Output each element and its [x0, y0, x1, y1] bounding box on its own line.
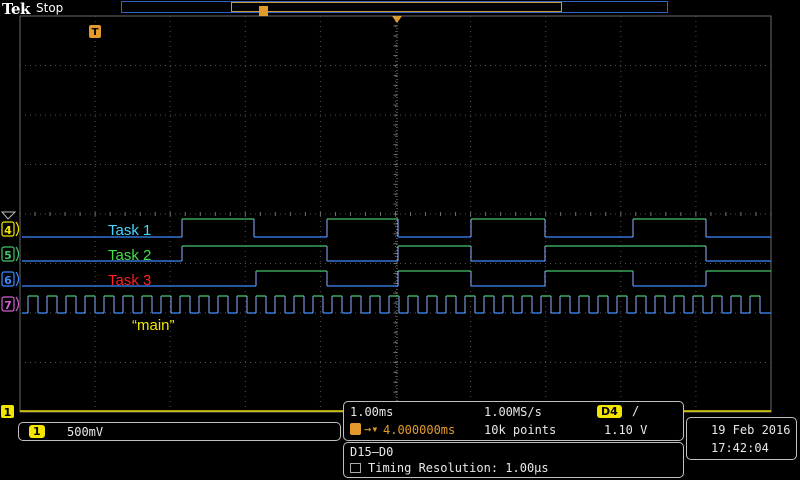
- ch6-label: Task 3: [108, 272, 152, 289]
- ch4-marker-bracket: [15, 221, 20, 237]
- ch4-label: Task 1: [108, 222, 152, 239]
- ch7-marker-bracket: [15, 296, 20, 312]
- trigger-source-badge: D4: [597, 405, 622, 418]
- ch5-marker-bracket: [15, 246, 20, 262]
- threshold-marker: [0, 211, 17, 220]
- ch7-marker-label: 7: [4, 299, 12, 312]
- trigger-position: 4.000000ms: [383, 423, 456, 437]
- digital-range: D15–D0: [350, 445, 394, 459]
- ch6-marker-label: 6: [4, 274, 12, 287]
- ch1-ground-marker-label: 1: [4, 406, 12, 419]
- ch5-marker-label: 5: [4, 249, 12, 262]
- sample-rate: 1.00MS/s: [484, 405, 542, 419]
- date: 19 Feb 2016: [711, 423, 791, 437]
- ch1-scale-panel[interactable]: 1 500mV: [18, 422, 341, 441]
- record-trigger-marker: [259, 6, 268, 16]
- ch6-marker-bracket: [15, 271, 20, 287]
- timing-resolution: Timing Resolution: 1.00μs: [368, 461, 549, 475]
- trigger-delay-arrow-icon: →▾: [364, 422, 379, 436]
- record-length: 10k points: [484, 423, 557, 437]
- datetime-panel: 19 Feb 2016 17:42:04: [686, 417, 797, 460]
- timing-resolution-icon: [350, 463, 361, 473]
- trigger-level: 1.10 V: [604, 423, 648, 437]
- trigger-time-icon: [350, 423, 361, 435]
- trigger-time-marker-label: T: [92, 27, 99, 38]
- ch1-badge: 1: [29, 425, 45, 438]
- time: 17:42:04: [711, 441, 769, 455]
- timebase-panel[interactable]: 1.00ms 1.00MS/s D4 / →▾ 4.000000ms 10k p…: [343, 401, 684, 441]
- trigger-slope-icon: /: [632, 404, 640, 418]
- time-per-div: 1.00ms: [350, 405, 394, 419]
- ch4-marker-label: 4: [4, 224, 12, 237]
- ch7-label: “main”: [132, 317, 175, 334]
- graticule-grid: [19, 15, 772, 413]
- digital-panel[interactable]: D15–D0 Timing Resolution: 1.00μs: [343, 442, 684, 478]
- ch5-label: Task 2: [108, 247, 152, 264]
- ch1-scale-value: 500mV: [67, 425, 104, 439]
